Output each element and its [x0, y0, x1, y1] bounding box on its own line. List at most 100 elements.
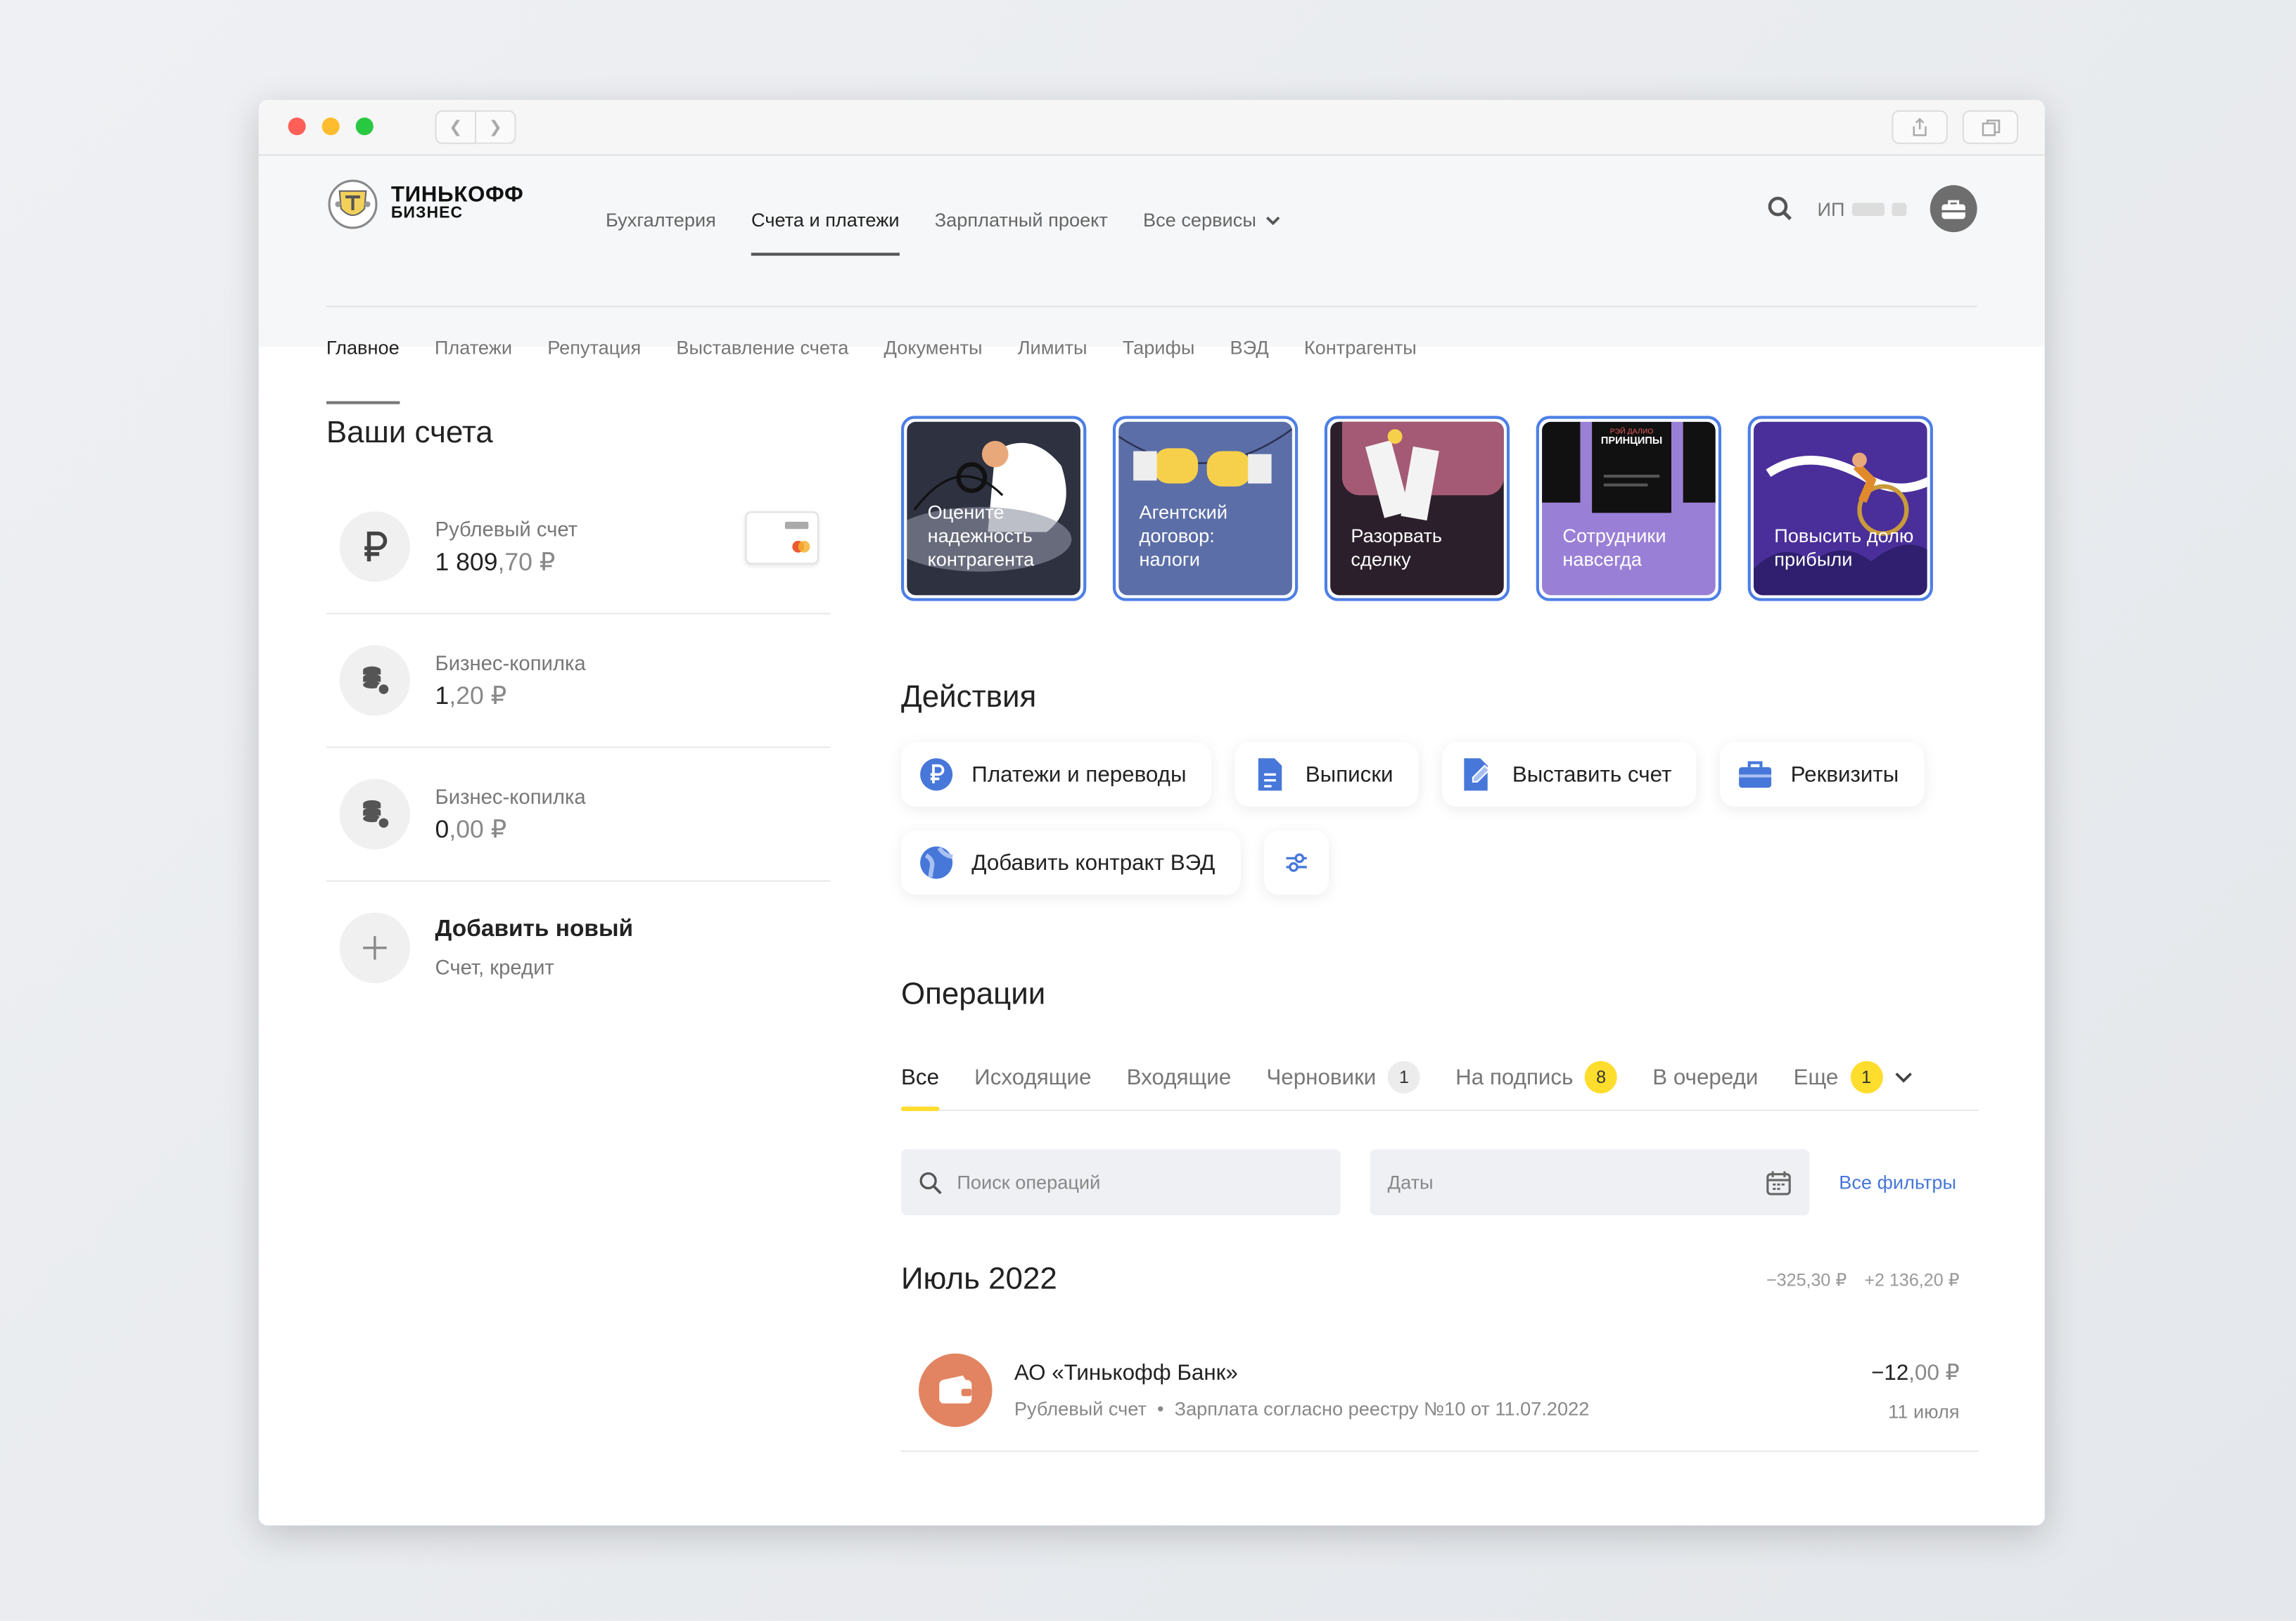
add-account-button[interactable]: Добавить новый Счет, кредит	[326, 882, 831, 1014]
brand-name: ТИНЬКОФФ	[390, 182, 524, 207]
story-card[interactable]: Повысить долю прибыли	[1747, 416, 1933, 601]
invoice-icon	[1460, 757, 1495, 792]
share-button[interactable]	[1892, 110, 1948, 144]
subnav-ved[interactable]: ВЭД	[1230, 310, 1269, 402]
story-title: Разорвать сделку	[1351, 525, 1443, 570]
account-name: Бизнес-копилка	[435, 783, 586, 808]
tab-more[interactable]: Еще 1	[1794, 1045, 1912, 1110]
account-item[interactable]: Бизнес-копилка 0,00 ₽	[326, 748, 831, 882]
minimize-window-button[interactable]	[321, 117, 340, 136]
payments-transfers-button[interactable]: Платежи и переводы	[900, 742, 1212, 807]
tab-drafts[interactable]: Черновики 1	[1266, 1045, 1421, 1110]
month-title: Июль 2022	[900, 1262, 1057, 1297]
add-account-subtitle: Счет, кредит	[435, 955, 554, 979]
tab-outgoing[interactable]: Исходящие	[974, 1045, 1091, 1110]
app-header: ТИНЬКОФФ БИЗНЕС Бухгалтерия Счета и плат…	[258, 155, 2045, 404]
account-item[interactable]: Бизнес-копилка 1,20 ₽	[326, 614, 831, 748]
subnav-payments[interactable]: Платежи	[435, 310, 512, 402]
subnav-counterparties[interactable]: Контрагенты	[1304, 310, 1417, 402]
header-divider	[326, 305, 1977, 307]
subnav-limits[interactable]: Лимиты	[1018, 310, 1088, 402]
all-filters-link[interactable]: Все фильтры	[1839, 1171, 1956, 1193]
operations-filters: Поиск операций Даты Все фильтры	[900, 1149, 1979, 1216]
operation-details: Рублевый счет • Зарплата согласно реестр…	[1014, 1397, 1590, 1420]
tab-queued[interactable]: В очереди	[1652, 1045, 1758, 1110]
count-badge: 1	[1850, 1061, 1883, 1094]
operation-row[interactable]: АО «Тинькофф Банк» Рублевый счет • Зарпл…	[900, 1353, 1979, 1452]
account-balance: 0,00 ₽	[435, 814, 507, 843]
issue-invoice-button[interactable]: Выставить счет	[1441, 742, 1697, 807]
month-totals: −325,30 ₽ +2 136,20 ₽	[1766, 1270, 1960, 1290]
coins-icon	[339, 645, 411, 716]
subnav-main[interactable]: Главное	[326, 310, 400, 404]
actions-title: Действия	[900, 680, 1037, 715]
statements-button[interactable]: Выписки	[1235, 742, 1419, 807]
tab-all[interactable]: Все	[900, 1045, 939, 1111]
account-balance: 1,20 ₽	[435, 681, 507, 710]
search-icon	[919, 1171, 942, 1194]
profile-avatar[interactable]	[1930, 185, 1977, 233]
dates-placeholder: Даты	[1387, 1171, 1434, 1193]
add-ved-contract-button[interactable]: Добавить контракт ВЭД	[900, 830, 1240, 895]
search-icon[interactable]	[1767, 196, 1794, 222]
month-incoming-total: +2 136,20 ₽	[1864, 1269, 1960, 1290]
chevron-down-icon	[1894, 1072, 1912, 1083]
forward-button[interactable]: ❯	[476, 110, 516, 144]
subnav-invoicing[interactable]: Выставление счета	[676, 310, 848, 402]
chevron-down-icon	[1265, 216, 1280, 225]
count-badge: 8	[1585, 1061, 1618, 1094]
story-card[interactable]: Агентский договор: налоги	[1112, 416, 1299, 601]
tab-incoming[interactable]: Входящие	[1127, 1045, 1232, 1110]
close-window-button[interactable]	[288, 117, 306, 136]
month-outgoing-total: −325,30 ₽	[1766, 1269, 1847, 1290]
operation-amount: −12,00 ₽	[1871, 1361, 1960, 1386]
search-operations-input[interactable]: Поиск операций	[900, 1149, 1341, 1216]
sliders-icon	[1285, 853, 1306, 872]
browser-window: ❮ ❯ ТИНЬКОФФ БИЗНЕС Бухгалтерия Счета и …	[258, 100, 2045, 1526]
account-balance: 1 809,70 ₽	[435, 547, 556, 576]
back-button[interactable]: ❮	[435, 110, 477, 144]
briefcase-icon	[1737, 757, 1773, 792]
book-title: ПРИНЦИПЫ	[1600, 436, 1663, 447]
requisites-button[interactable]: Реквизиты	[1720, 742, 1924, 807]
story-card[interactable]: РЭЙ ДАЛИО ПРИНЦИПЫ Сотрудники навсегда	[1536, 416, 1722, 601]
plus-icon	[339, 912, 411, 984]
customize-actions-button[interactable]	[1263, 830, 1329, 895]
document-icon	[1253, 757, 1288, 792]
tinkoff-emblem-icon	[328, 179, 378, 229]
account-item[interactable]: Рублевый счет 1 809,70 ₽	[326, 480, 831, 615]
subnav-reputation[interactable]: Репутация	[547, 310, 641, 402]
bank-card-thumbnail[interactable]	[745, 511, 819, 565]
topnav-accounting[interactable]: Бухгалтерия	[606, 191, 716, 250]
topnav-accounts-payments[interactable]: Счета и платежи	[751, 191, 900, 256]
mastercard-icon	[784, 521, 810, 553]
briefcase-icon	[1941, 199, 1965, 219]
operation-counterparty: АО «Тинькофф Банк»	[1014, 1361, 1238, 1386]
zoom-window-button[interactable]	[355, 117, 374, 136]
main-content: Оцените надежность контрагента Агентский…	[900, 416, 1979, 1452]
user-name[interactable]: ИП	[1818, 198, 1907, 219]
topnav-salary-project[interactable]: Зарплатный проект	[935, 191, 1108, 250]
subnav-documents[interactable]: Документы	[884, 310, 983, 402]
coins-icon	[339, 779, 411, 850]
tab-to-sign[interactable]: На подпись 8	[1455, 1045, 1618, 1110]
subnav-tariffs[interactable]: Тарифы	[1123, 310, 1195, 402]
book-author: РЭЙ ДАЛИО	[1609, 428, 1654, 437]
story-title: Агентский договор: налоги	[1139, 501, 1228, 570]
story-title: Сотрудники навсегда	[1562, 525, 1666, 570]
operations-tabs: Все Исходящие Входящие Черновики 1 На под…	[900, 1045, 1979, 1111]
accounts-panel: Ваши счета Рублевый счет 1 809,70 ₽ Бизн…	[326, 416, 831, 1014]
actions-grid: Платежи и переводы Выписки Выставить сче…	[900, 742, 1989, 895]
story-card[interactable]: Разорвать сделку	[1324, 416, 1510, 601]
brand-logo[interactable]: ТИНЬКОФФ БИЗНЕС	[326, 178, 523, 231]
search-placeholder: Поиск операций	[957, 1171, 1101, 1193]
topnav-all-services[interactable]: Все сервисы	[1143, 191, 1280, 250]
redacted-name	[1852, 202, 1884, 216]
account-name: Рублевый счет	[435, 516, 578, 540]
share-icon	[1913, 117, 1927, 136]
dates-input[interactable]: Даты	[1370, 1149, 1810, 1216]
tabs-button[interactable]	[1962, 110, 2019, 144]
story-card[interactable]: Оцените надежность контрагента	[900, 416, 1087, 601]
story-title: Повысить долю прибыли	[1774, 525, 1914, 570]
wallet-icon	[919, 1353, 993, 1428]
